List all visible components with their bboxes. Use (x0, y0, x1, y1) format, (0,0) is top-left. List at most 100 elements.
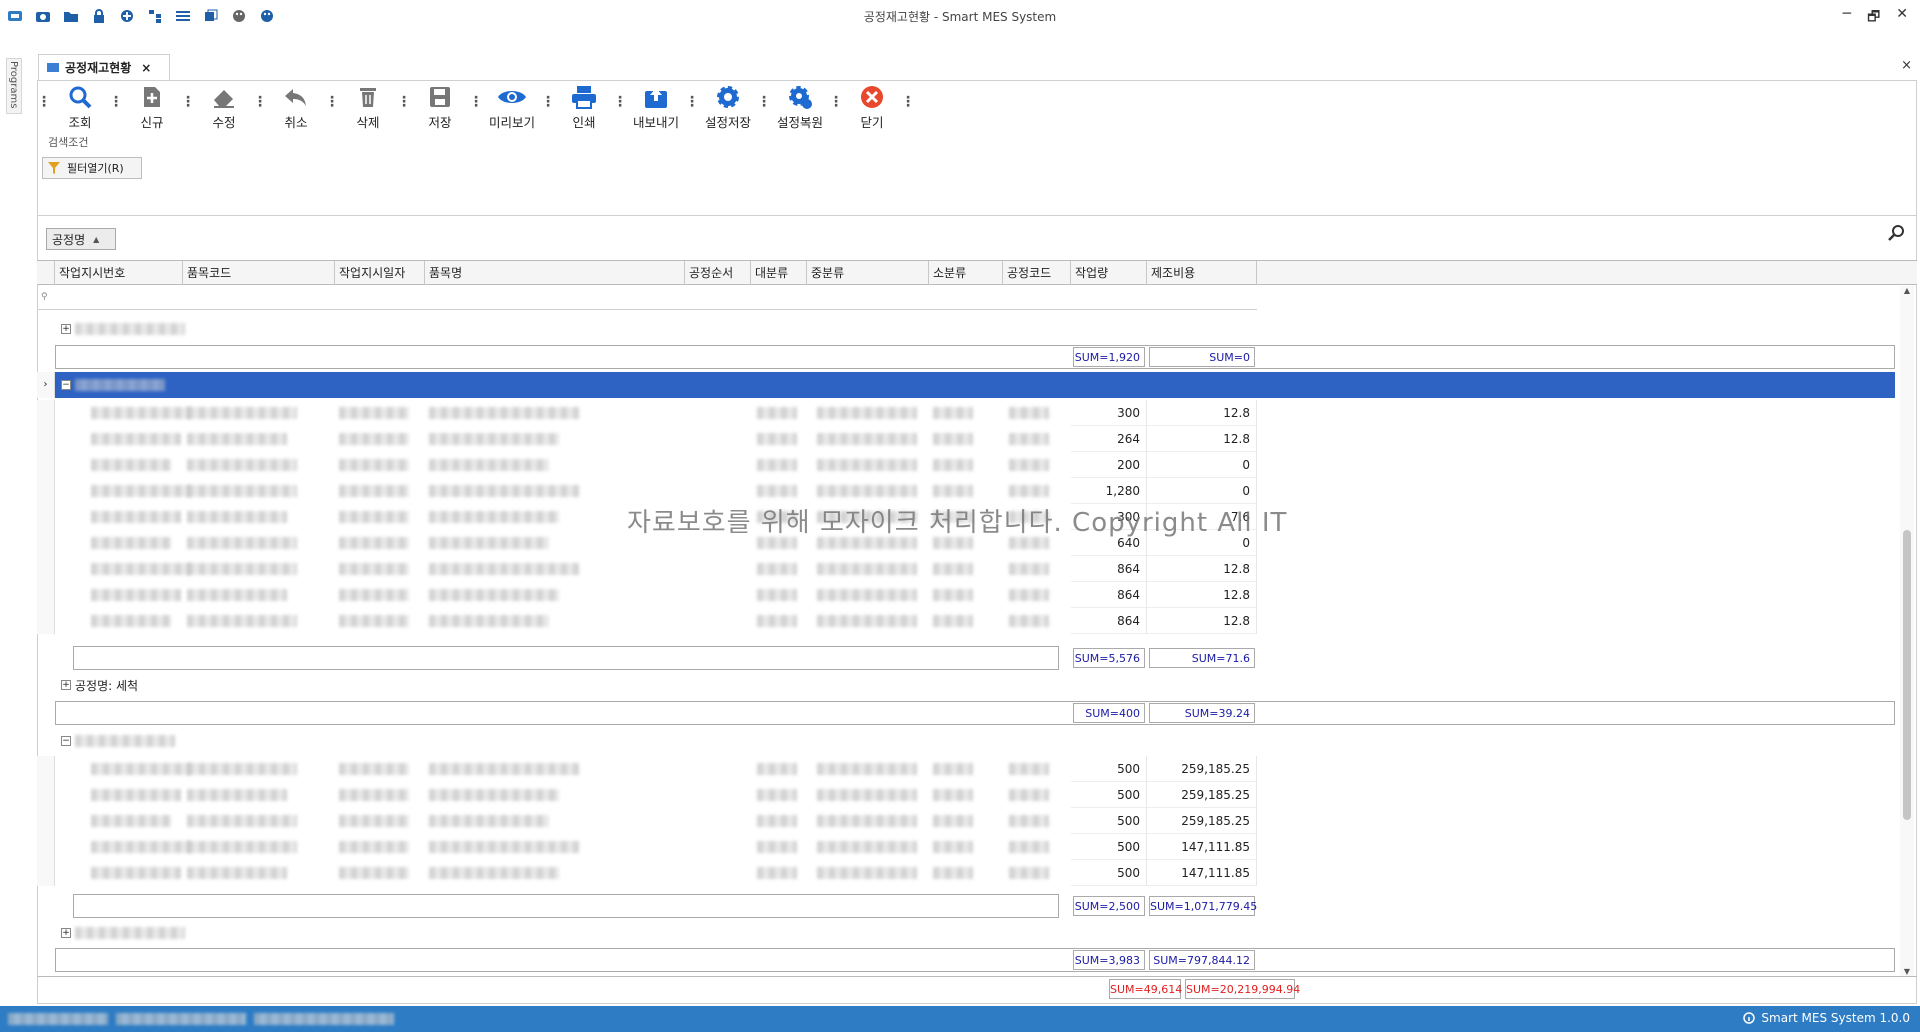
table-row[interactable]: 500 259,185.25 (37, 782, 1895, 808)
col-minor-category[interactable]: 소분류 (929, 261, 1003, 285)
save-button[interactable]: 저장 (411, 82, 469, 134)
tab-label: 공정재고현황 (65, 61, 132, 75)
col-mid-category[interactable]: 중분류 (807, 261, 929, 285)
expand-icon[interactable]: + (61, 324, 71, 334)
cell-quantity[interactable]: 500 (1071, 860, 1147, 886)
cell-cost[interactable]: 12.8 (1147, 556, 1257, 582)
redacted-cell (339, 815, 409, 827)
cell-cost[interactable]: 147,111.85 (1147, 834, 1257, 860)
cell-cost[interactable]: 259,185.25 (1147, 756, 1257, 782)
scroll-up-icon[interactable]: ▲ (1900, 286, 1914, 295)
cell-quantity[interactable]: 864 (1071, 582, 1147, 608)
delete-button[interactable]: 삭제 (339, 82, 397, 134)
cell-quantity[interactable]: 300 (1071, 400, 1147, 426)
redacted-group-label (75, 323, 185, 335)
redacted-cell (187, 589, 287, 601)
col-major-category[interactable]: 대분류 (751, 261, 807, 285)
collapse-icon[interactable]: − (61, 736, 71, 746)
cell-quantity[interactable]: 500 (1071, 756, 1147, 782)
expand-icon[interactable]: + (61, 928, 71, 938)
minimize-button[interactable]: ─ (1843, 6, 1851, 30)
col-process-code[interactable]: 공정코드 (1003, 261, 1071, 285)
collapse-icon[interactable]: − (61, 380, 71, 390)
cell-quantity[interactable]: 200 (1071, 452, 1147, 478)
cell-quantity[interactable]: 864 (1071, 608, 1147, 634)
tab-close-icon[interactable]: × (141, 61, 151, 75)
close-button[interactable]: 닫기 (843, 82, 901, 134)
cell-cost[interactable]: 0 (1147, 452, 1257, 478)
redacted-cell (339, 867, 409, 879)
scrollbar-thumb[interactable] (1903, 530, 1911, 820)
cancel-button[interactable]: 취소 (267, 82, 325, 134)
table-row[interactable]: 264 12.8 (37, 426, 1895, 452)
open-filter-button[interactable]: 필터열기(R) (42, 157, 142, 179)
search-button[interactable]: 조회 (51, 82, 109, 134)
cell-cost[interactable]: 259,185.25 (1147, 782, 1257, 808)
cell-cost[interactable]: 147,111.85 (1147, 860, 1257, 886)
restore-button[interactable]: 🗗 (1867, 6, 1880, 30)
col-quantity[interactable]: 작업량 (1071, 261, 1147, 285)
panel-close-icon[interactable]: × (1901, 58, 1912, 73)
redacted-cell (817, 763, 917, 775)
row-indicator (37, 782, 55, 808)
save-settings-button[interactable]: 설정저장 (699, 82, 757, 134)
export-icon (645, 88, 667, 108)
row-indicator (37, 608, 55, 634)
document-tab[interactable]: 공정재고현황 × (38, 54, 170, 80)
group-row-selected[interactable]: › − (37, 372, 1895, 398)
group-sum-quantity: SUM=5,576 (1073, 648, 1145, 668)
vertical-scrollbar[interactable]: ▲ ▼ (1900, 286, 1914, 976)
table-row[interactable]: 500 147,111.85 (37, 834, 1895, 860)
cell-cost[interactable]: 259,185.25 (1147, 808, 1257, 834)
group-row[interactable]: − (37, 728, 1895, 754)
table-row[interactable]: 864 12.8 (37, 582, 1895, 608)
auto-filter-row[interactable]: ⚲ (37, 286, 1257, 310)
row-indicator: › (37, 372, 55, 398)
redacted-cell (91, 589, 181, 601)
edit-button[interactable]: 수정 (195, 82, 253, 134)
restore-settings-button[interactable]: 설정복원 (771, 82, 829, 134)
programs-side-tab[interactable]: Programs (6, 58, 22, 114)
toolbar-grip-end: ⋮ (901, 94, 915, 110)
cell-quantity[interactable]: 500 (1071, 782, 1147, 808)
cell-quantity[interactable]: 864 (1071, 556, 1147, 582)
cell-quantity[interactable]: 1,280 (1071, 478, 1147, 504)
group-row[interactable]: + (37, 920, 1895, 946)
table-row[interactable]: 300 12.8 (37, 400, 1895, 426)
table-row[interactable]: 864 12.8 (37, 608, 1895, 634)
cell-cost[interactable]: 0 (1147, 478, 1257, 504)
window-close-button[interactable]: ✕ (1896, 6, 1908, 30)
cell-quantity[interactable]: 500 (1071, 834, 1147, 860)
group-row[interactable]: + 공정명: 세척 (37, 672, 1895, 698)
group-chip-process[interactable]: 공정명 ▲ (46, 228, 116, 250)
table-row[interactable]: 500 147,111.85 (37, 860, 1895, 886)
print-button[interactable]: 인쇄 (555, 82, 613, 134)
new-button[interactable]: 신규 (123, 82, 181, 134)
col-process-seq[interactable]: 공정순서 (685, 261, 751, 285)
redacted-cell (1009, 485, 1049, 497)
table-row[interactable]: 864 12.8 (37, 556, 1895, 582)
cell-cost[interactable]: 12.8 (1147, 608, 1257, 634)
group-summary-row (73, 646, 1059, 670)
scroll-down-icon[interactable]: ▼ (1900, 967, 1914, 976)
find-panel-icon[interactable] (1887, 224, 1905, 246)
col-item-code[interactable]: 품목코드 (183, 261, 335, 285)
table-row[interactable]: 1,280 0 (37, 478, 1895, 504)
table-row[interactable]: 200 0 (37, 452, 1895, 478)
cell-cost[interactable]: 12.8 (1147, 400, 1257, 426)
preview-button[interactable]: 미리보기 (483, 82, 541, 134)
table-row[interactable]: 500 259,185.25 (37, 808, 1895, 834)
export-button[interactable]: 내보내기 (627, 82, 685, 134)
cell-quantity[interactable]: 264 (1071, 426, 1147, 452)
cell-cost[interactable]: 12.8 (1147, 582, 1257, 608)
col-item-name[interactable]: 품목명 (425, 261, 685, 285)
expand-icon[interactable]: + (61, 680, 71, 690)
floppy-disk-icon (430, 87, 450, 107)
col-work-order-date[interactable]: 작업지시일자 (335, 261, 425, 285)
cell-cost[interactable]: 12.8 (1147, 426, 1257, 452)
col-work-order-no[interactable]: 작업지시번호 (55, 261, 183, 285)
group-row[interactable]: + (37, 316, 1895, 342)
cell-quantity[interactable]: 500 (1071, 808, 1147, 834)
table-row[interactable]: 500 259,185.25 (37, 756, 1895, 782)
col-manufacturing-cost[interactable]: 제조비용 (1147, 261, 1257, 285)
